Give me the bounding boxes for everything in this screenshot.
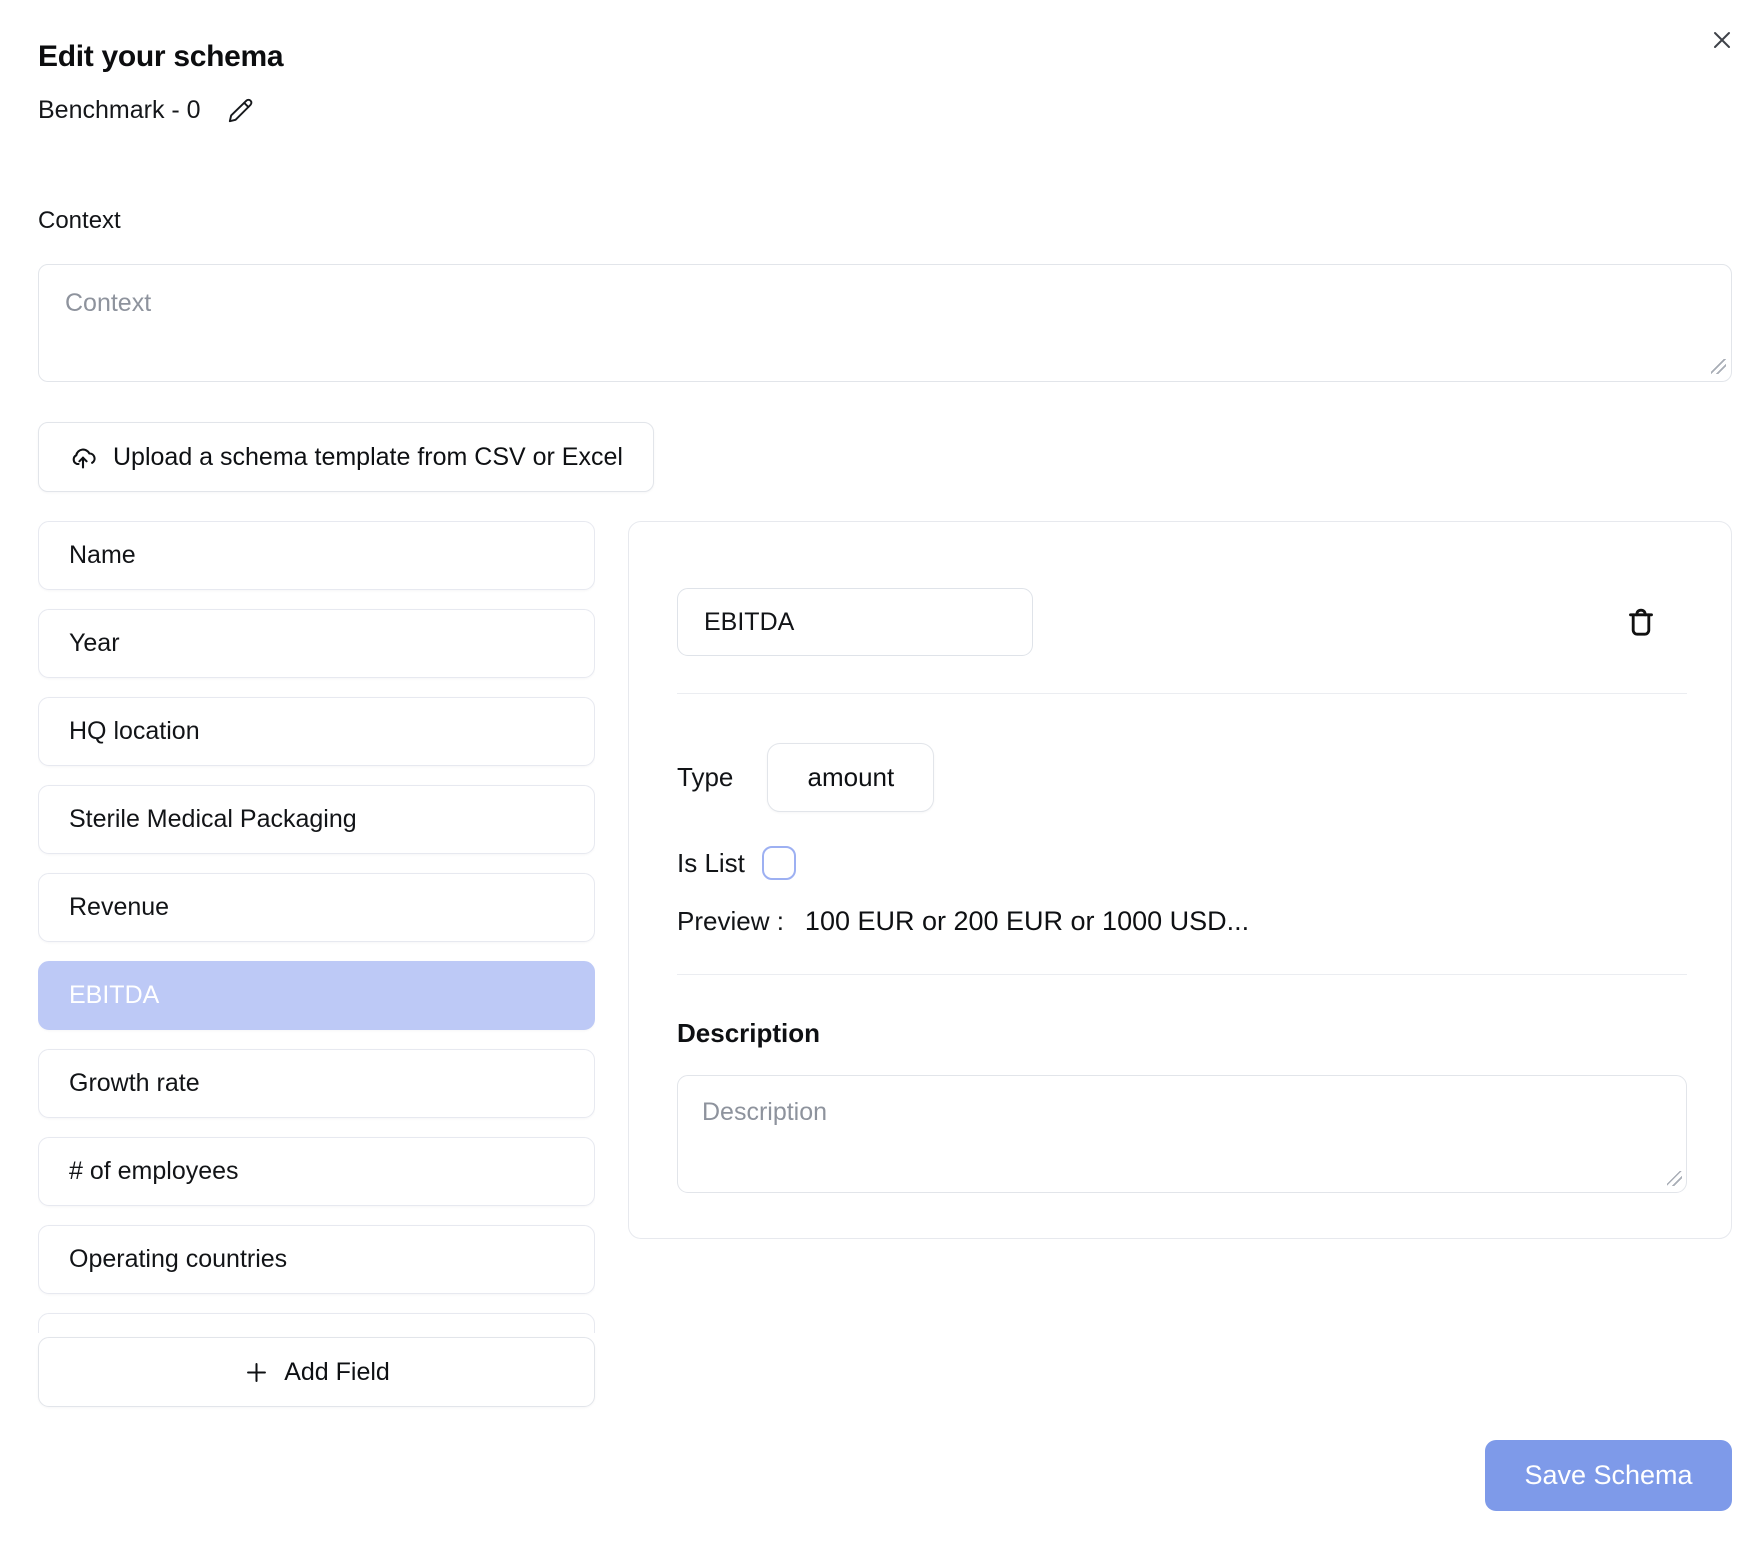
footer: Save Schema	[38, 1440, 1732, 1511]
field-item-revenue[interactable]: Revenue	[38, 873, 595, 942]
field-item-sterile-medical-packaging[interactable]: Sterile Medical Packaging	[38, 785, 595, 854]
schema-name: Benchmark - 0	[38, 96, 201, 125]
delete-field-button[interactable]	[1623, 604, 1659, 640]
divider	[677, 974, 1687, 975]
page-title: Edit your schema	[38, 40, 1732, 74]
preview-value: 100 EUR or 200 EUR or 1000 USD...	[805, 906, 1249, 937]
context-input[interactable]	[38, 264, 1732, 382]
description-input[interactable]	[677, 1075, 1687, 1193]
field-item-growth-rate[interactable]: Growth rate	[38, 1049, 595, 1118]
field-item-hq-location[interactable]: HQ location	[38, 697, 595, 766]
field-editor-card: Type amount Is List Preview : 100 EUR or…	[628, 521, 1732, 1239]
description-label: Description	[677, 1018, 1687, 1049]
field-item-name[interactable]: Name	[38, 521, 595, 590]
type-label: Type	[677, 762, 733, 793]
preview-label: Preview :	[677, 906, 784, 937]
type-value-chip[interactable]: amount	[767, 743, 934, 812]
upload-button-label: Upload a schema template from CSV or Exc…	[113, 443, 623, 472]
divider	[677, 693, 1687, 694]
edit-schema-modal: Edit your schema Benchmark - 0 Context U…	[0, 0, 1752, 1550]
schema-name-row: Benchmark - 0	[38, 96, 1732, 125]
field-list: Name Year HQ location Sterile Medical Pa…	[38, 521, 595, 1333]
field-item-operating-countries[interactable]: Operating countries	[38, 1225, 595, 1294]
trash-icon	[1623, 604, 1659, 640]
is-list-label: Is List	[677, 848, 745, 879]
add-field-button[interactable]: Add Field	[38, 1337, 595, 1407]
context-label: Context	[38, 207, 1732, 235]
save-schema-button[interactable]: Save Schema	[1485, 1440, 1732, 1511]
field-item-year[interactable]: Year	[38, 609, 595, 678]
field-name-input[interactable]	[677, 588, 1033, 656]
close-icon	[1710, 28, 1734, 52]
main-section: Name Year HQ location Sterile Medical Pa…	[38, 521, 1732, 1407]
pencil-icon	[227, 97, 254, 124]
upload-schema-template-button[interactable]: Upload a schema template from CSV or Exc…	[38, 422, 654, 492]
is-list-checkbox[interactable]	[762, 846, 796, 880]
field-item-ebitda-selected[interactable]: EBITDA	[38, 961, 595, 1030]
add-field-label: Add Field	[284, 1358, 390, 1387]
edit-schema-name-button[interactable]	[227, 97, 254, 124]
field-list-column: Name Year HQ location Sterile Medical Pa…	[38, 521, 595, 1407]
plus-icon	[243, 1359, 270, 1386]
close-button[interactable]	[1702, 20, 1742, 60]
cloud-upload-icon	[69, 443, 97, 471]
field-item-clipped[interactable]	[38, 1313, 595, 1333]
field-item-num-employees[interactable]: # of employees	[38, 1137, 595, 1206]
